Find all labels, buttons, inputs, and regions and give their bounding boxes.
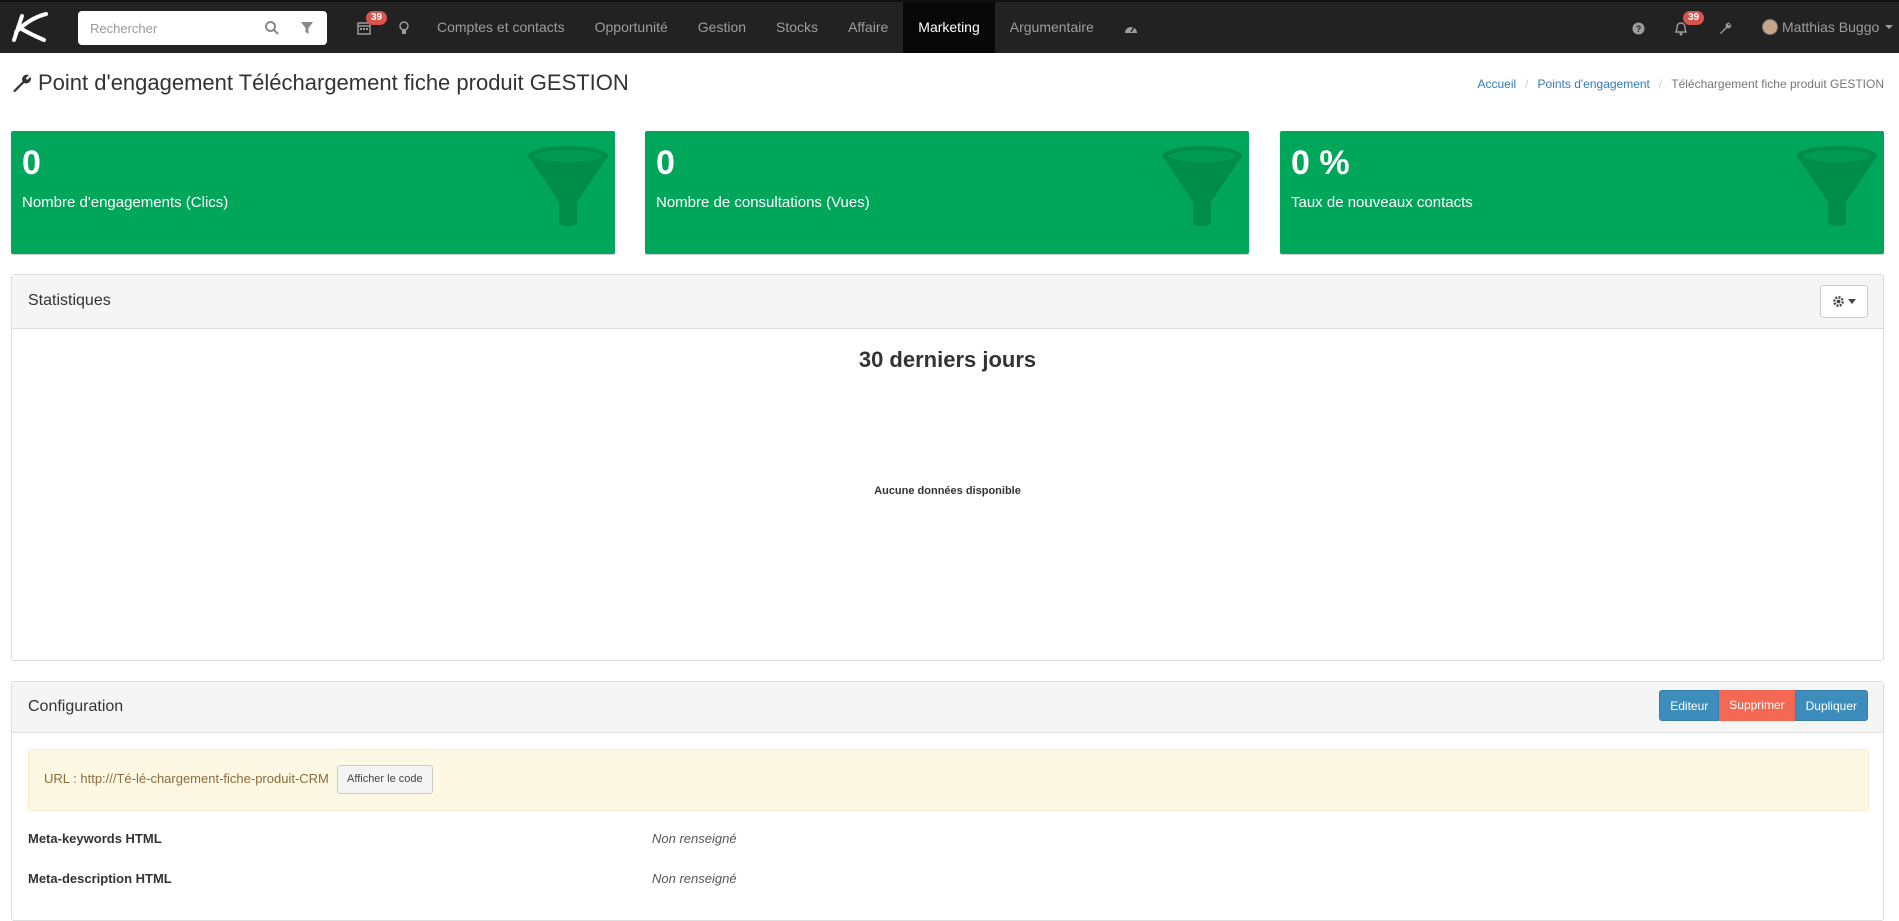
show-code-button[interactable]: Afficher le code: [337, 765, 433, 794]
breadcrumb-home[interactable]: Accueil: [1477, 77, 1516, 91]
funnel-icon: [1797, 146, 1877, 226]
user-menu[interactable]: Matthias Buggo: [1762, 19, 1894, 35]
config-actions: Editeur Supprimer Dupliquer: [1659, 690, 1868, 721]
breadcrumb-current: Téléchargement fiche produit GESTION: [1671, 77, 1884, 91]
page-title: Point d'engagement Téléchargement fiche …: [10, 70, 629, 96]
calendar-badge: 39: [366, 11, 388, 25]
nav-comptes-contacts[interactable]: Comptes et contacts: [422, 2, 580, 53]
lightbulb-icon[interactable]: [399, 16, 409, 40]
top-navbar: 39 Comptes et contacts Opportunité Gesti…: [0, 0, 1899, 53]
nav-argumentaire[interactable]: Argumentaire: [995, 2, 1109, 53]
nav-stocks[interactable]: Stocks: [761, 2, 833, 53]
kpi-label: Nombre d'engagements (Clics): [22, 194, 229, 211]
url-text: URL : http:///Té-lé-chargement-fiche-pro…: [44, 771, 329, 786]
breadcrumb-engagement-points[interactable]: Points d'engagement: [1538, 77, 1650, 91]
search-icon[interactable]: [264, 20, 280, 36]
avatar: [1762, 19, 1778, 35]
nav-marketing[interactable]: Marketing: [903, 2, 995, 53]
user-name: Matthias Buggo: [1782, 19, 1880, 35]
panel-title: Statistiques: [28, 292, 111, 309]
filter-icon[interactable]: [300, 21, 314, 35]
kpi-value: 0: [22, 144, 41, 182]
panel-header: Configuration Editeur Supprimer Duplique…: [12, 682, 1883, 733]
kpi-value: 0 %: [1291, 144, 1350, 182]
duplicate-button[interactable]: Dupliquer: [1794, 690, 1868, 721]
delete-button[interactable]: Supprimer: [1719, 690, 1795, 721]
caret-down-icon: [1885, 25, 1894, 29]
page-title-text: Point d'engagement Téléchargement fiche …: [38, 70, 629, 95]
settings-dropdown-button[interactable]: [1820, 285, 1868, 318]
meta-value: Non renseigné: [652, 871, 737, 886]
meta-value: Non renseigné: [652, 831, 737, 846]
help-icon[interactable]: ?: [1632, 16, 1645, 40]
wrench-icon[interactable]: [1718, 16, 1732, 40]
kpi-engagements: 0 Nombre d'engagements (Clics): [11, 131, 615, 254]
funnel-icon: [528, 146, 608, 226]
no-data-message: Aucune données disponible: [874, 485, 1021, 497]
funnel-icon: [1162, 146, 1242, 226]
meta-key: Meta-keywords HTML: [28, 831, 162, 846]
nav-affaire[interactable]: Affaire: [833, 2, 903, 53]
svg-text:?: ?: [1636, 24, 1642, 34]
chart-title: 30 derniers jours: [858, 347, 1037, 372]
dashboard-icon[interactable]: [1109, 2, 1153, 53]
wrench-title-icon: [13, 74, 31, 93]
caret-down-icon: [1848, 299, 1856, 304]
kpi-label: Nombre de consultations (Vues): [656, 194, 870, 211]
breadcrumb: Accueil / Points d'engagement / Téléchar…: [1477, 77, 1884, 91]
url-alert: URL : http:///Té-lé-chargement-fiche-pro…: [28, 749, 1869, 811]
configuration-panel: Configuration Editeur Supprimer Duplique…: [11, 681, 1884, 921]
edit-button[interactable]: Editeur: [1659, 690, 1720, 721]
nav-opportunite[interactable]: Opportunité: [580, 2, 683, 53]
notifications-badge: 39: [1683, 11, 1705, 25]
kpi-value: 0: [656, 144, 675, 182]
panel-header: Statistiques: [12, 275, 1883, 329]
statistics-panel: Statistiques 30 derniers jours Aucune do…: [11, 274, 1884, 661]
gear-icon: [1833, 296, 1844, 307]
app-logo[interactable]: [10, 10, 50, 44]
nav-gestion[interactable]: Gestion: [683, 2, 761, 53]
meta-key: Meta-description HTML: [28, 871, 172, 886]
kpi-label: Taux de nouveaux contacts: [1291, 194, 1473, 211]
search-box: [78, 11, 327, 45]
search-input[interactable]: [78, 11, 258, 45]
kpi-new-contacts-rate: 0 % Taux de nouveaux contacts: [1280, 131, 1884, 254]
panel-title: Configuration: [28, 698, 124, 715]
kpi-views: 0 Nombre de consultations (Vues): [645, 131, 1249, 254]
main-nav: Comptes et contacts Opportunité Gestion …: [422, 2, 1153, 53]
